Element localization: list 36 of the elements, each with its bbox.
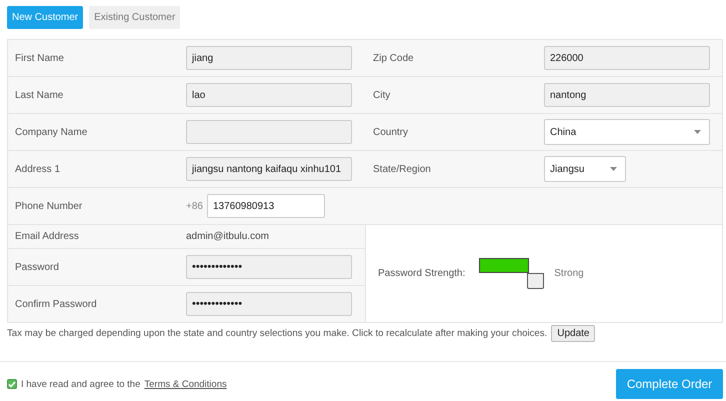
- field-label: City: [373, 90, 390, 100]
- strength-reading: Strong: [554, 268, 584, 279]
- checkbox[interactable]: [7, 379, 17, 389]
- field-label: Company Name: [15, 126, 88, 138]
- agree-text: I have read and agree to the: [21, 378, 140, 390]
- tax-note: Tax may be charged depending upon the state and country selections you make. Click to recalculate after making your choices.: [7, 328, 548, 338]
- input-field[interactable]: jiang: [186, 46, 352, 70]
- password-field[interactable]: •••••••••••••: [186, 255, 352, 279]
- dropdown[interactable]: Jiangsu: [544, 156, 626, 182]
- dropdown[interactable]: China: [544, 119, 710, 145]
- field-label: Phone Number: [15, 200, 82, 212]
- field-label: Confirm Password: [15, 298, 97, 310]
- email-text: admin@itbulu.com: [186, 231, 269, 242]
- strength-meter: [479, 258, 546, 290]
- input-field[interactable]: [186, 120, 352, 144]
- field-label: Zip Code: [373, 52, 414, 64]
- tab[interactable]: Existing Customer: [89, 6, 180, 29]
- field-label: Last Name: [15, 90, 64, 100]
- caret-icon: [610, 167, 617, 171]
- terms-link[interactable]: Terms & Conditions: [144, 378, 227, 390]
- field-label: State/Region: [373, 164, 431, 174]
- field-label: Password: [15, 262, 59, 272]
- field-label: Email Address: [15, 231, 79, 242]
- input-field[interactable]: jiangsu nantong kaifaqu xinhu101: [186, 157, 352, 181]
- country-code: +86: [186, 200, 203, 212]
- caret-icon: [694, 130, 701, 134]
- strength-label: Password Strength:: [378, 268, 466, 279]
- field-label: Country: [373, 126, 408, 138]
- field-label: First Name: [15, 52, 64, 64]
- input-field[interactable]: 226000: [544, 46, 710, 70]
- field-label: Address 1: [15, 164, 60, 174]
- update-button[interactable]: Update: [551, 324, 596, 342]
- password-field[interactable]: •••••••••••••: [186, 292, 352, 316]
- input-field[interactable]: lao: [186, 83, 352, 107]
- phone-field[interactable]: 13760980913: [206, 194, 325, 218]
- input-field[interactable]: nantong: [544, 83, 710, 107]
